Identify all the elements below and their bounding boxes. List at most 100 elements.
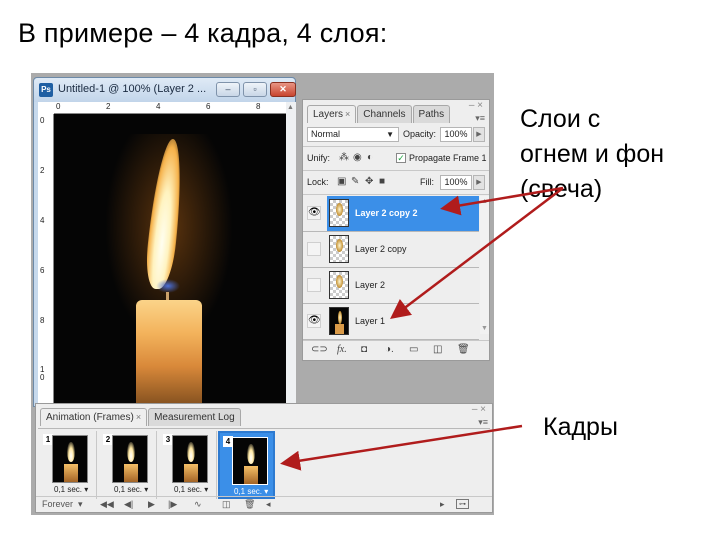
- horizontal-ruler: 0 2 4 6 8: [54, 102, 286, 114]
- panel-menu-icon[interactable]: ▾≡: [478, 417, 488, 428]
- tab-paths[interactable]: Paths: [412, 105, 451, 123]
- document-title-bar[interactable]: Ps Untitled-1 @ 100% (Layer 2 ... – ▫ ✕: [34, 78, 296, 102]
- scroll-up-icon[interactable]: ▲: [481, 198, 488, 205]
- ruler-label: 4: [40, 216, 45, 225]
- tab-layers[interactable]: Layers ×: [307, 105, 357, 123]
- layer-name-area: Layer 1: [327, 304, 479, 339]
- first-frame-icon[interactable]: ◀◀: [100, 499, 114, 510]
- layers-scrollbar[interactable]: ▲ ▼: [480, 196, 489, 334]
- flame-thumb: [336, 275, 343, 288]
- adjustment-icon[interactable]: ◑.: [385, 344, 394, 355]
- loop-value: Forever: [42, 499, 74, 509]
- propagate-label: Propagate Frame 1: [409, 153, 487, 163]
- frame-item[interactable]: 2 0,1 sec. ▾: [100, 431, 157, 499]
- unify-row: Unify: ⁂ ◉ ◐ ✓ Propagate Frame 1: [303, 147, 489, 171]
- group-icon[interactable]: ▭: [409, 344, 418, 355]
- frame-delay[interactable]: 0,1 sec. ▾: [234, 487, 268, 496]
- close-button[interactable]: ✕: [270, 82, 296, 97]
- fill-label: Fill:: [420, 177, 434, 187]
- layer-thumbnail: [329, 307, 349, 335]
- lock-position-icon[interactable]: ✥: [365, 176, 373, 187]
- link-icon[interactable]: ⊂⊃: [311, 344, 328, 355]
- layer-name: Layer 2 copy: [355, 244, 407, 254]
- tween-icon[interactable]: ∿: [194, 499, 202, 510]
- lock-transparent-icon[interactable]: ▣: [337, 176, 346, 187]
- lock-label: Lock:: [307, 177, 329, 187]
- candle-thumb: [64, 464, 78, 482]
- scroll-up-icon[interactable]: ▲: [287, 104, 294, 111]
- unify-position-icon[interactable]: ⁂: [339, 152, 349, 163]
- document-canvas[interactable]: [54, 114, 286, 408]
- document-title: Untitled-1 @ 100% (Layer 2 ...: [58, 83, 207, 95]
- opacity-slider-button[interactable]: ▶: [473, 127, 485, 142]
- ruler-origin[interactable]: [38, 102, 54, 114]
- candle-thumb: [184, 464, 198, 482]
- blend-mode-value: Normal: [311, 129, 341, 139]
- panel-controls[interactable]: – ×: [472, 404, 486, 415]
- tab-animation-frames[interactable]: Animation (Frames) ×: [40, 408, 148, 426]
- vertical-scrollbar[interactable]: ▲: [286, 102, 296, 408]
- scroll-down-icon[interactable]: ▼: [481, 325, 488, 332]
- blend-row: Normal ▼ Opacity: 100% ▶: [303, 123, 489, 147]
- duplicate-frame-icon[interactable]: ◫: [222, 499, 231, 510]
- frame-delay[interactable]: 0,1 sec. ▾: [114, 485, 148, 494]
- ruler-label: 8: [256, 102, 261, 111]
- ruler-label: 6: [206, 102, 211, 111]
- layer-list: 👁 Layer 2 copy 2 Layer 2 copy Layer 2 👁: [303, 196, 479, 340]
- minimize-button[interactable]: –: [216, 82, 240, 97]
- fill-field[interactable]: 100%: [440, 175, 472, 190]
- lock-all-icon[interactable]: ■: [379, 176, 385, 187]
- frame-item[interactable]: 3 0,1 sec. ▾: [160, 431, 217, 499]
- unify-label: Unify:: [307, 153, 331, 163]
- previous-frame-icon[interactable]: ◀|: [124, 499, 133, 510]
- tab-close-icon[interactable]: ×: [136, 412, 141, 422]
- lock-image-icon[interactable]: ✎: [351, 176, 359, 187]
- visibility-toggle[interactable]: [307, 278, 321, 292]
- next-frame-icon[interactable]: |▶: [168, 499, 177, 510]
- unify-visibility-icon[interactable]: ◉: [353, 152, 362, 163]
- mask-icon[interactable]: ◘: [361, 344, 367, 355]
- fill-slider-button[interactable]: ▶: [473, 175, 485, 190]
- trash-icon[interactable]: 🗑: [457, 344, 470, 355]
- frame-delay[interactable]: 0,1 sec. ▾: [54, 485, 88, 494]
- frame-delay[interactable]: 0,1 sec. ▾: [174, 485, 208, 494]
- blend-mode-select[interactable]: Normal ▼: [307, 127, 399, 142]
- frames-strip: 1 0,1 sec. ▾ 2 0,1 sec. ▾ 3 0,1 sec. ▾ 4…: [38, 428, 490, 499]
- frame-thumbnail: [172, 435, 208, 483]
- flame-base: [156, 279, 180, 293]
- layers-tabs: Layers × Channels Paths: [307, 105, 451, 123]
- convert-timeline-icon[interactable]: ⊶: [456, 499, 469, 509]
- eye-icon[interactable]: 👁: [307, 206, 321, 220]
- note-line: огнем и фон: [520, 140, 665, 168]
- eye-icon[interactable]: 👁: [307, 314, 321, 328]
- delete-frame-icon[interactable]: 🗑: [244, 499, 255, 510]
- play-icon[interactable]: ▶: [148, 499, 155, 510]
- panel-controls[interactable]: – ×: [469, 100, 483, 111]
- opacity-label: Opacity:: [403, 129, 437, 139]
- propagate-checkbox[interactable]: ✓: [396, 153, 406, 163]
- layer-row[interactable]: 👁 Layer 2 copy 2: [303, 196, 479, 232]
- ruler-label: 1 0: [40, 365, 45, 382]
- layer-row[interactable]: 👁 Layer 1: [303, 304, 479, 340]
- visibility-toggle[interactable]: [307, 242, 321, 256]
- frame-item[interactable]: 1 0,1 sec. ▾: [40, 431, 97, 499]
- frame-thumbnail: [52, 435, 88, 483]
- frame-item[interactable]: 4 0,1 sec. ▾: [218, 431, 275, 499]
- scroll-right-icon[interactable]: ▸: [440, 499, 445, 510]
- scroll-left-icon[interactable]: ◂: [266, 499, 271, 510]
- unify-style-icon[interactable]: ◐: [367, 152, 373, 163]
- loop-select[interactable]: Forever ▾: [42, 499, 83, 510]
- layer-row[interactable]: Layer 2: [303, 268, 479, 304]
- tab-channels[interactable]: Channels: [357, 105, 412, 123]
- opacity-field[interactable]: 100%: [440, 127, 472, 142]
- maximize-button[interactable]: ▫: [243, 82, 267, 97]
- layer-row[interactable]: Layer 2 copy: [303, 232, 479, 268]
- tab-measurement-log[interactable]: Measurement Log: [148, 408, 241, 426]
- frame-delay-value: 0,1 sec.: [234, 487, 263, 496]
- new-layer-icon[interactable]: ◫: [433, 344, 442, 355]
- tab-close-icon[interactable]: ×: [345, 109, 350, 119]
- ruler-label: 2: [106, 102, 111, 111]
- flame-thumb: [336, 239, 343, 252]
- fx-icon[interactable]: fx.: [337, 344, 347, 355]
- chevron-down-icon: ▼: [386, 130, 394, 139]
